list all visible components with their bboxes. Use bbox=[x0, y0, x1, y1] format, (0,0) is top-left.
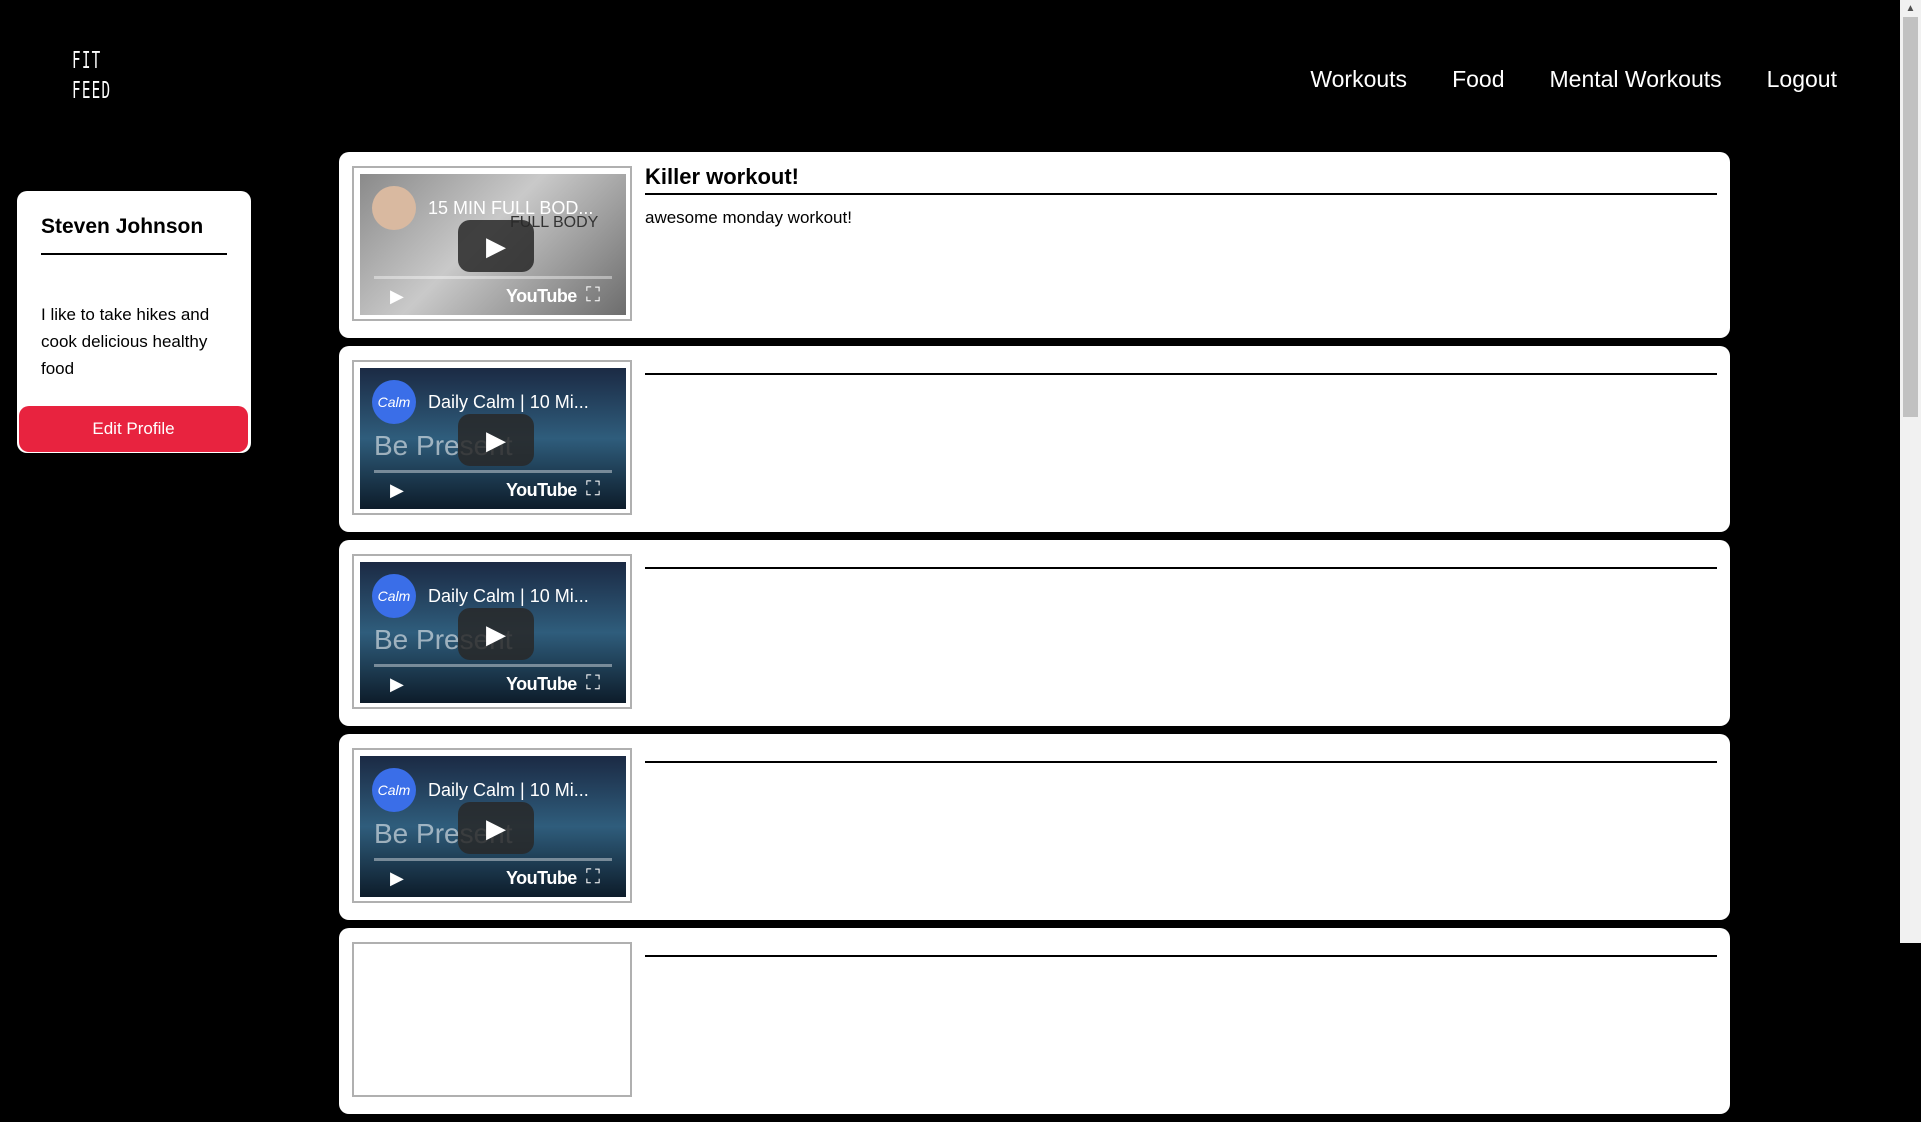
play-button[interactable]: ▶ bbox=[458, 220, 534, 272]
video-title[interactable]: Daily Calm | 10 Mi... bbox=[428, 780, 618, 801]
video-progress-bar[interactable] bbox=[374, 858, 612, 861]
logo-line-2: FEED bbox=[72, 78, 112, 104]
profile-bio: I like to take hikes and cook delicious … bbox=[41, 305, 210, 378]
video-embed[interactable]: Calm Daily Calm | 10 Mi... Be Present ▶ … bbox=[352, 360, 632, 515]
fullscreen-icon[interactable]: ⛶ bbox=[586, 284, 600, 307]
video-progress-bar[interactable] bbox=[374, 276, 612, 279]
channel-avatar[interactable]: Calm bbox=[372, 768, 416, 812]
page-scrollbar[interactable]: ▲ bbox=[1900, 0, 1921, 943]
video-player[interactable]: 15 MIN FULL BOD... FULL BODY ▶ ▶ YouTube… bbox=[360, 174, 626, 315]
youtube-logo[interactable]: YouTube bbox=[506, 868, 577, 889]
profile-card: Steven Johnson I like to take hikes and … bbox=[17, 191, 251, 453]
nav-workouts[interactable]: Workouts bbox=[1310, 66, 1407, 93]
video-embed[interactable]: 15 MIN FULL BOD... FULL BODY ▶ ▶ YouTube… bbox=[352, 166, 632, 321]
youtube-logo[interactable]: YouTube bbox=[506, 286, 577, 307]
video-player[interactable]: Calm Daily Calm | 10 Mi... Be Present ▶ … bbox=[360, 562, 626, 703]
edit-profile-button[interactable]: Edit Profile bbox=[19, 406, 248, 452]
post-body: awesome monday workout! bbox=[645, 208, 852, 227]
post-feed: 15 MIN FULL BOD... FULL BODY ▶ ▶ YouTube… bbox=[339, 152, 1730, 1122]
video-player[interactable]: Calm Daily Calm | 10 Mi... Be Present ▶ … bbox=[360, 368, 626, 509]
channel-avatar[interactable] bbox=[372, 186, 416, 230]
channel-avatar[interactable]: Calm bbox=[372, 574, 416, 618]
post-title bbox=[645, 747, 1717, 763]
scrollbar-thumb[interactable] bbox=[1903, 17, 1918, 417]
video-title[interactable]: Daily Calm | 10 Mi... bbox=[428, 586, 618, 607]
logo-line-1: FIT bbox=[72, 48, 102, 74]
post-card bbox=[339, 928, 1730, 1114]
play-button[interactable]: ▶ bbox=[458, 414, 534, 466]
video-progress-bar[interactable] bbox=[374, 470, 612, 473]
video-embed[interactable]: Calm Daily Calm | 10 Mi... Be Present ▶ … bbox=[352, 748, 632, 903]
post-card: 15 MIN FULL BOD... FULL BODY ▶ ▶ YouTube… bbox=[339, 152, 1730, 338]
post-card: Calm Daily Calm | 10 Mi... Be Present ▶ … bbox=[339, 734, 1730, 920]
small-play-icon[interactable]: ▶ bbox=[390, 868, 404, 889]
post-card: Calm Daily Calm | 10 Mi... Be Present ▶ … bbox=[339, 346, 1730, 532]
main-nav: Workouts Food Mental Workouts Logout bbox=[1310, 66, 1837, 93]
scroll-up-arrow-icon[interactable]: ▲ bbox=[1900, 0, 1921, 17]
small-play-icon[interactable]: ▶ bbox=[390, 480, 404, 501]
play-button[interactable]: ▶ bbox=[458, 802, 534, 854]
video-player[interactable]: Calm Daily Calm | 10 Mi... Be Present ▶ … bbox=[360, 756, 626, 897]
post-title: Killer workout! bbox=[645, 165, 1717, 195]
post-title bbox=[645, 359, 1717, 375]
video-title[interactable]: Daily Calm | 10 Mi... bbox=[428, 392, 618, 413]
small-play-icon[interactable]: ▶ bbox=[390, 674, 404, 695]
nav-mental-workouts[interactable]: Mental Workouts bbox=[1550, 66, 1722, 93]
nav-food[interactable]: Food bbox=[1452, 66, 1504, 93]
play-button[interactable]: ▶ bbox=[458, 608, 534, 660]
fullscreen-icon[interactable]: ⛶ bbox=[586, 866, 600, 889]
small-play-icon[interactable]: ▶ bbox=[390, 286, 404, 307]
video-embed[interactable] bbox=[352, 942, 632, 1097]
youtube-logo[interactable]: YouTube bbox=[506, 674, 577, 695]
app-logo[interactable]: FIT FEED bbox=[72, 46, 112, 106]
nav-logout[interactable]: Logout bbox=[1767, 66, 1837, 93]
post-title bbox=[645, 941, 1717, 957]
video-progress-bar[interactable] bbox=[374, 664, 612, 667]
post-title bbox=[645, 553, 1717, 569]
channel-avatar[interactable]: Calm bbox=[372, 380, 416, 424]
youtube-logo[interactable]: YouTube bbox=[506, 480, 577, 501]
post-card: Calm Daily Calm | 10 Mi... Be Present ▶ … bbox=[339, 540, 1730, 726]
video-embed[interactable]: Calm Daily Calm | 10 Mi... Be Present ▶ … bbox=[352, 554, 632, 709]
profile-name: Steven Johnson bbox=[41, 209, 227, 255]
fullscreen-icon[interactable]: ⛶ bbox=[586, 478, 600, 501]
fullscreen-icon[interactable]: ⛶ bbox=[586, 672, 600, 695]
